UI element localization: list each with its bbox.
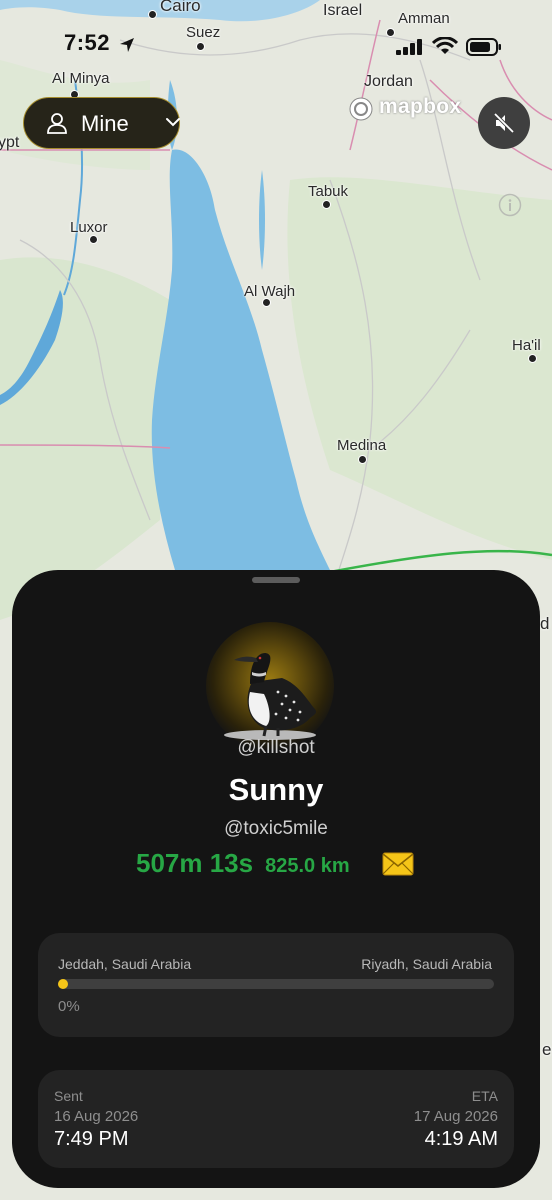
eta-label: ETA xyxy=(471,1088,498,1104)
chevron-down-icon xyxy=(166,118,180,127)
map-label: Ha'il xyxy=(512,337,541,354)
timing-card: Sent 16 Aug 2026 7:49 PM ETA 17 Aug 2026… xyxy=(38,1070,514,1168)
info-icon[interactable] xyxy=(498,193,522,217)
progress-fill xyxy=(58,979,68,989)
sent-time: 7:49 PM xyxy=(54,1128,129,1150)
mapbox-logo: mapbox xyxy=(348,95,461,127)
bird-avatar xyxy=(206,622,334,750)
sent-date: 16 Aug 2026 xyxy=(54,1108,139,1125)
eta-date: 17 Aug 2026 xyxy=(413,1108,498,1125)
cellular-signal-icon xyxy=(396,39,422,55)
map-label: Tabuk xyxy=(308,183,349,200)
owner-handle[interactable]: @killshot xyxy=(12,737,540,759)
location-arrow-icon xyxy=(120,38,134,52)
mine-filter-label: Mine xyxy=(81,111,129,136)
map-label: e xyxy=(542,1040,552,1059)
sent-label: Sent xyxy=(54,1088,83,1104)
envelope-icon[interactable] xyxy=(382,852,414,876)
map-label: Al Wajh xyxy=(244,283,296,300)
battery-icon xyxy=(466,38,501,56)
map-label: Medina xyxy=(337,437,387,454)
eta-time: 4:19 AM xyxy=(424,1128,498,1150)
mute-button[interactable] xyxy=(478,97,530,149)
map-label: ypt xyxy=(0,134,20,151)
bird-detail-sheet: @killshot Sunny @toxic5mile 507m 13s 825… xyxy=(12,570,540,1188)
map-label: d xyxy=(540,614,550,633)
route-card: Jeddah, Saudi Arabia Riyadh, Saudi Arabi… xyxy=(38,933,514,1037)
bird-name: Sunny xyxy=(228,772,324,807)
speaker-muted-icon xyxy=(493,112,515,134)
flight-duration: 507m 13s xyxy=(136,848,254,878)
mine-filter-dropdown[interactable]: Mine xyxy=(23,97,180,149)
mapbox-wordmark: mapbox xyxy=(379,95,462,118)
progress-bar xyxy=(58,979,494,989)
wifi-icon xyxy=(432,37,458,54)
origin-city: Jeddah, Saudi Arabia xyxy=(58,956,192,972)
flight-distance: 825.0 km xyxy=(265,855,350,877)
person-icon xyxy=(47,113,67,134)
mapbox-mark-icon xyxy=(349,97,373,121)
recipient-handle[interactable]: @toxic5mile xyxy=(12,818,540,840)
map-label: Luxor xyxy=(70,219,108,236)
loon-bird-icon xyxy=(224,653,317,740)
status-bar: 7:52 xyxy=(0,0,552,90)
status-time: 7:52 xyxy=(64,30,111,55)
flight-stats: 507m 13s 825.0 km xyxy=(136,848,350,879)
destination-city: Riyadh, Saudi Arabia xyxy=(361,956,492,972)
sheet-grabber[interactable] xyxy=(252,577,300,583)
progress-percent: 0% xyxy=(58,998,80,1015)
